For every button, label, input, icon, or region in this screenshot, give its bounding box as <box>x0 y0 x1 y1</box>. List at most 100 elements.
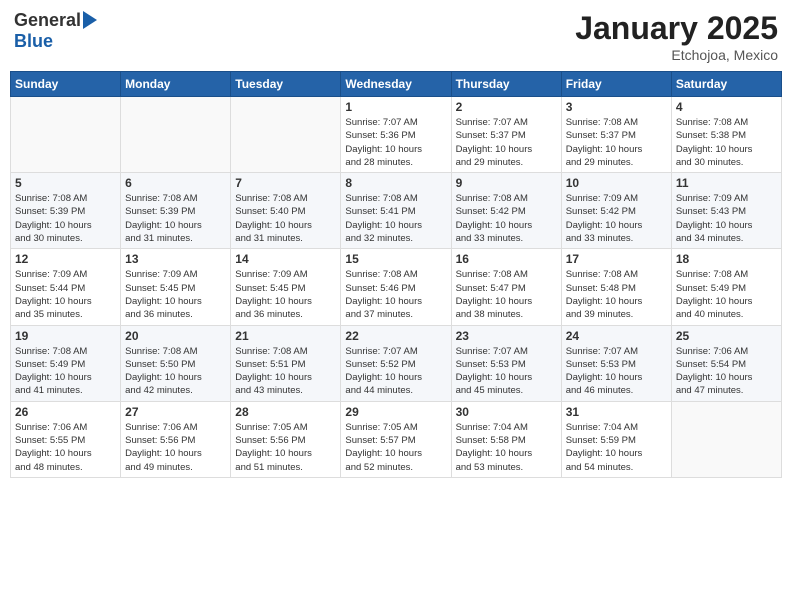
sunrise-info: Sunrise: 7:07 AM <box>345 116 446 129</box>
sunrise-info: Sunrise: 7:06 AM <box>676 345 777 358</box>
day-number: 14 <box>235 252 336 266</box>
sunrise-info: Sunrise: 7:07 AM <box>456 345 557 358</box>
daylight-hours: Daylight: 10 hours <box>125 447 226 460</box>
sunset-info: Sunset: 5:55 PM <box>15 434 116 447</box>
calendar-table: SundayMondayTuesdayWednesdayThursdayFrid… <box>10 71 782 478</box>
daylight-hours: Daylight: 10 hours <box>676 295 777 308</box>
day-info: Sunrise: 7:09 AMSunset: 5:45 PMDaylight:… <box>235 268 336 321</box>
calendar-cell: 20Sunrise: 7:08 AMSunset: 5:50 PMDayligh… <box>121 325 231 401</box>
sunrise-info: Sunrise: 7:07 AM <box>345 345 446 358</box>
daylight-hours: Daylight: 10 hours <box>566 219 667 232</box>
daylight-hours: Daylight: 10 hours <box>456 143 557 156</box>
calendar-week-row: 26Sunrise: 7:06 AMSunset: 5:55 PMDayligh… <box>11 401 782 477</box>
calendar-cell: 30 Sunrise: 7:04 AMSunset: 5:58 PMDayligh… <box>451 401 561 477</box>
daylight-minutes: and 54 minutes. <box>566 461 667 474</box>
daylight-hours: Daylight: 10 hours <box>566 371 667 384</box>
day-of-week-header: Monday <box>121 72 231 97</box>
daylight-minutes: and 53 minutes. <box>456 461 557 474</box>
sunset-info: Sunset: 5:47 PM <box>456 282 557 295</box>
day-number: 4 <box>676 100 777 114</box>
day-number: 1 <box>345 100 446 114</box>
sunset-info: Sunset: 5:59 PM <box>566 434 667 447</box>
title-block: January 2025 Etchojoa, Mexico <box>575 10 778 63</box>
calendar-cell: 19 Sunrise: 7:08 AMSunset: 5:49 PMDayligh… <box>11 325 121 401</box>
sunset-info: Sunset: 5:52 PM <box>345 358 446 371</box>
sunset-info: Sunset: 5:37 PM <box>456 129 557 142</box>
sunset-info: Sunset: 5:45 PM <box>125 282 226 295</box>
calendar-cell: 1Sunrise: 7:07 AMSunset: 5:36 PMDaylight… <box>341 97 451 173</box>
daylight-hours: Daylight: 10 hours <box>345 295 446 308</box>
sunset-info: Sunset: 5:40 PM <box>235 205 336 218</box>
daylight-minutes: and 47 minutes. <box>676 384 777 397</box>
daylight-hours: Daylight: 10 hours <box>15 219 116 232</box>
daylight-hours: Daylight: 10 hours <box>345 447 446 460</box>
day-info: Sunrise: 7:07 AMSunset: 5:53 PMDaylight:… <box>566 345 667 398</box>
day-number: 6 <box>125 176 226 190</box>
daylight-hours: Daylight: 10 hours <box>676 371 777 384</box>
daylight-hours: Daylight: 10 hours <box>15 371 116 384</box>
calendar-cell: 12Sunrise: 7:09 AMSunset: 5:44 PMDayligh… <box>11 249 121 325</box>
calendar-cell: 26Sunrise: 7:06 AMSunset: 5:55 PMDayligh… <box>11 401 121 477</box>
calendar-cell: 28 Sunrise: 7:05 AMSunset: 5:56 PMDayligh… <box>231 401 341 477</box>
day-of-week-header: Wednesday <box>341 72 451 97</box>
day-number: 28 <box>235 405 336 419</box>
daylight-minutes: and 51 minutes. <box>235 461 336 474</box>
day-number: 16 <box>456 252 557 266</box>
sunrise-info: Sunrise: 7:08 AM <box>566 268 667 281</box>
day-info: Sunrise: 7:09 AMSunset: 5:43 PMDaylight:… <box>676 192 777 245</box>
day-info: Sunrise: 7:08 AMSunset: 5:49 PMDaylight:… <box>676 268 777 321</box>
sunset-info: Sunset: 5:39 PM <box>125 205 226 218</box>
sunrise-info: Sunrise: 7:08 AM <box>456 192 557 205</box>
day-number: 15 <box>345 252 446 266</box>
day-number: 13 <box>125 252 226 266</box>
day-of-week-header: Saturday <box>671 72 781 97</box>
day-of-week-header: Friday <box>561 72 671 97</box>
sunset-info: Sunset: 5:37 PM <box>566 129 667 142</box>
day-info: Sunrise: 7:08 AMSunset: 5:40 PMDaylight:… <box>235 192 336 245</box>
sunrise-info: Sunrise: 7:07 AM <box>456 116 557 129</box>
calendar-week-row: 5Sunrise: 7:08 AMSunset: 5:39 PMDaylight… <box>11 173 782 249</box>
day-info: Sunrise: 7:04 AMSunset: 5:58 PMDaylight:… <box>456 421 557 474</box>
calendar-cell <box>121 97 231 173</box>
day-info: Sunrise: 7:05 AMSunset: 5:57 PMDaylight:… <box>345 421 446 474</box>
daylight-minutes: and 30 minutes. <box>676 156 777 169</box>
day-info: Sunrise: 7:08 AMSunset: 5:41 PMDaylight:… <box>345 192 446 245</box>
sunset-info: Sunset: 5:42 PM <box>456 205 557 218</box>
calendar-header-row: SundayMondayTuesdayWednesdayThursdayFrid… <box>11 72 782 97</box>
day-info: Sunrise: 7:05 AMSunset: 5:56 PMDaylight:… <box>235 421 336 474</box>
day-number: 19 <box>15 329 116 343</box>
daylight-hours: Daylight: 10 hours <box>345 143 446 156</box>
daylight-minutes: and 29 minutes. <box>456 156 557 169</box>
daylight-hours: Daylight: 10 hours <box>676 219 777 232</box>
daylight-minutes: and 46 minutes. <box>566 384 667 397</box>
sunrise-info: Sunrise: 7:08 AM <box>566 116 667 129</box>
day-info: Sunrise: 7:04 AMSunset: 5:59 PMDaylight:… <box>566 421 667 474</box>
calendar-week-row: 1Sunrise: 7:07 AMSunset: 5:36 PMDaylight… <box>11 97 782 173</box>
calendar-cell: 21Sunrise: 7:08 AMSunset: 5:51 PMDayligh… <box>231 325 341 401</box>
calendar-cell: 9Sunrise: 7:08 AMSunset: 5:42 PMDaylight… <box>451 173 561 249</box>
daylight-hours: Daylight: 10 hours <box>566 295 667 308</box>
daylight-hours: Daylight: 10 hours <box>456 219 557 232</box>
daylight-minutes: and 45 minutes. <box>456 384 557 397</box>
day-number: 21 <box>235 329 336 343</box>
sunrise-info: Sunrise: 7:08 AM <box>345 268 446 281</box>
sunset-info: Sunset: 5:44 PM <box>15 282 116 295</box>
day-info: Sunrise: 7:07 AMSunset: 5:52 PMDaylight:… <box>345 345 446 398</box>
calendar-cell: 4Sunrise: 7:08 AMSunset: 5:38 PMDaylight… <box>671 97 781 173</box>
sunrise-info: Sunrise: 7:09 AM <box>15 268 116 281</box>
day-number: 30 <box>456 405 557 419</box>
sunrise-info: Sunrise: 7:08 AM <box>15 345 116 358</box>
sunrise-info: Sunrise: 7:05 AM <box>345 421 446 434</box>
sunset-info: Sunset: 5:56 PM <box>125 434 226 447</box>
daylight-minutes: and 38 minutes. <box>456 308 557 321</box>
daylight-minutes: and 37 minutes. <box>345 308 446 321</box>
day-number: 20 <box>125 329 226 343</box>
day-info: Sunrise: 7:08 AMSunset: 5:49 PMDaylight:… <box>15 345 116 398</box>
day-number: 18 <box>676 252 777 266</box>
sunset-info: Sunset: 5:54 PM <box>676 358 777 371</box>
sunset-info: Sunset: 5:43 PM <box>676 205 777 218</box>
day-number: 8 <box>345 176 446 190</box>
daylight-hours: Daylight: 10 hours <box>456 371 557 384</box>
daylight-hours: Daylight: 10 hours <box>235 219 336 232</box>
calendar-cell: 3Sunrise: 7:08 AMSunset: 5:37 PMDaylight… <box>561 97 671 173</box>
